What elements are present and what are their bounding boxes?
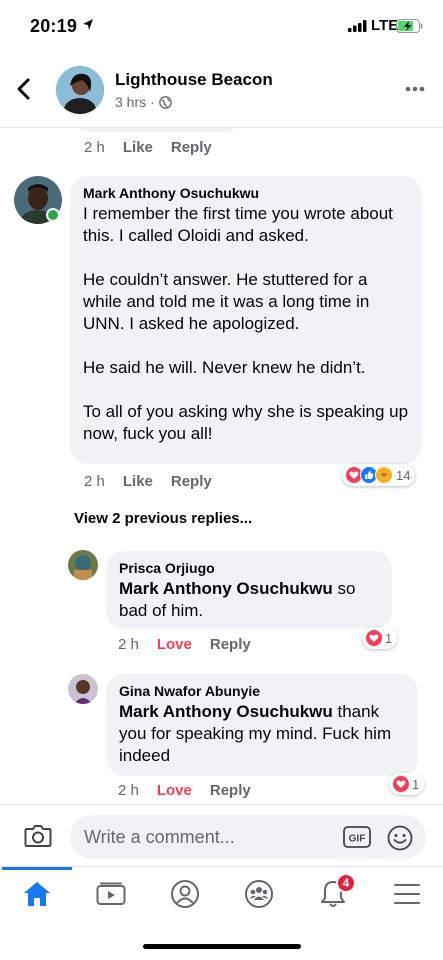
love-button[interactable]: Love (157, 782, 192, 799)
comment-time: 2 h (84, 473, 105, 490)
reply-avatar-image (68, 674, 98, 704)
reply-author[interactable]: Gina Nwafor Abunyie (119, 683, 405, 699)
emoji-icon[interactable] (387, 825, 413, 851)
post-header: Lighthouse Beacon 3 hrs · (0, 52, 443, 128)
comment-placeholder: Write a comment... (84, 827, 235, 847)
like-button[interactable]: Like (123, 473, 153, 490)
tab-groups[interactable] (222, 867, 296, 921)
tab-home[interactable] (0, 867, 74, 921)
reply-avatar[interactable] (68, 674, 98, 704)
online-indicator (46, 208, 60, 222)
reply-reactions[interactable]: 1 (389, 773, 425, 795)
profile-icon (171, 880, 199, 908)
page-title[interactable]: Lighthouse Beacon (115, 70, 273, 90)
signal-icon (348, 20, 367, 32)
comment-time: 2 h (84, 139, 105, 156)
reply-button[interactable]: Reply (171, 473, 212, 490)
reply-actions: 2 h Love Reply (118, 782, 251, 799)
comments-list[interactable]: 2 h Like Reply Mark Anthony Osuchukwu I … (0, 128, 443, 804)
reply-text: Mark Anthony Osuchukwu thank you for spe… (119, 701, 405, 767)
reaction-count: 1 (385, 630, 393, 646)
comment-actions: 2 h Like Reply (84, 473, 212, 490)
gif-icon[interactable]: GIF (343, 826, 371, 848)
reply-avatar-image (68, 550, 98, 580)
previous-comment-bubble (72, 128, 242, 132)
reply-mention[interactable]: Mark Anthony Osuchukwu (119, 579, 333, 598)
like-button[interactable]: Like (123, 139, 153, 156)
love-button[interactable]: Love (157, 636, 192, 653)
menu-icon (394, 884, 420, 904)
reply-button[interactable]: Reply (210, 636, 251, 653)
tab-menu[interactable] (370, 867, 443, 921)
globe-icon (158, 95, 172, 109)
love-reaction-icon (392, 775, 410, 793)
post-meta: 3 hrs · (115, 94, 172, 110)
reply-author[interactable]: Prisca Orjiugo (119, 560, 379, 576)
previous-comment-actions: 2 h Like Reply (84, 139, 212, 156)
status-time: 20:19 (30, 16, 78, 36)
back-arrow-icon[interactable] (16, 78, 30, 100)
post-time: 3 hrs · (115, 94, 155, 110)
tab-watch[interactable] (74, 867, 148, 921)
reply-bubble[interactable]: Prisca Orjiugo Mark Anthony Osuchukwu so… (106, 551, 392, 629)
reply-button[interactable]: Reply (210, 782, 251, 799)
reply-time: 2 h (118, 782, 139, 799)
comment-composer: Write a comment... GIF (0, 804, 443, 866)
status-bar: 20:19 LTE (0, 0, 443, 52)
page-avatar-image (56, 66, 104, 114)
reply-avatar[interactable] (68, 550, 98, 580)
reactions-summary[interactable]: 14 (342, 464, 416, 486)
love-reaction-icon (365, 629, 383, 647)
reply-actions: 2 h Love Reply (118, 636, 251, 653)
reply-button[interactable]: Reply (171, 139, 212, 156)
reaction-count: 14 (396, 467, 411, 483)
view-previous-replies-link[interactable]: View 2 previous replies... (74, 510, 252, 527)
groups-icon (245, 880, 273, 908)
home-indicator (143, 944, 301, 949)
reaction-count: 1 (412, 776, 420, 792)
watch-video-icon (96, 882, 126, 905)
comment-bubble[interactable]: Mark Anthony Osuchukwu I remember the fi… (70, 176, 422, 464)
gif-label: GIF (349, 834, 366, 845)
reply-reactions[interactable]: 1 (362, 627, 398, 649)
care-reaction-icon (375, 466, 393, 484)
camera-icon[interactable] (24, 824, 52, 848)
location-arrow-icon (83, 19, 93, 30)
reply-time: 2 h (118, 636, 139, 653)
tab-profile[interactable] (148, 867, 222, 921)
comment-text: I remember the first time you wrote abou… (83, 204, 409, 443)
reply-text: Mark Anthony Osuchukwu so bad of him. (119, 578, 379, 622)
reply-mention[interactable]: Mark Anthony Osuchukwu (119, 702, 333, 721)
notifications-badge: 4 (336, 873, 356, 893)
tab-notifications[interactable]: 4 (296, 867, 370, 921)
comment-author[interactable]: Mark Anthony Osuchukwu (83, 185, 409, 201)
reply-bubble[interactable]: Gina Nwafor Abunyie Mark Anthony Osuchuk… (106, 674, 418, 776)
home-icon (24, 882, 50, 906)
page-avatar[interactable] (56, 66, 104, 114)
network-label: LTE (371, 17, 399, 34)
more-options-icon[interactable] (405, 86, 425, 92)
battery-charging-icon (396, 19, 423, 33)
